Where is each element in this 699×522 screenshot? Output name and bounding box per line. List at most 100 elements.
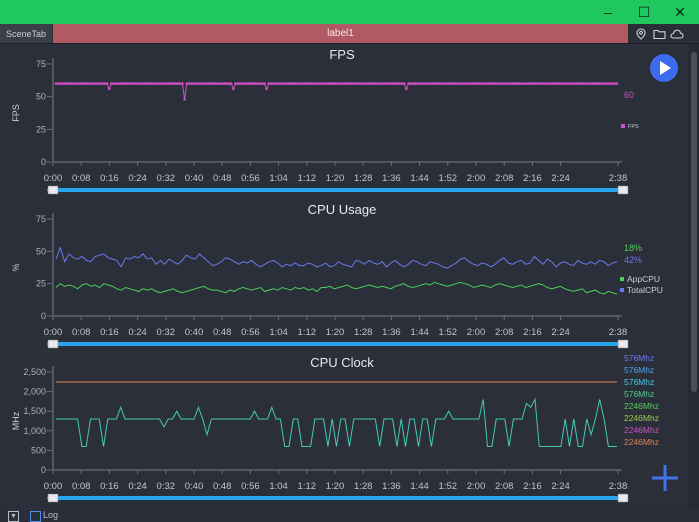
time-slider-track [47,496,627,500]
chart-1: CPU Usage% 0 25 50 75 0:00 0:08 0:16 0:24 0:32 0:4… [11,202,663,349]
legend-label-appcpu: AppCPU [627,274,660,284]
x-tick-label: 1:20 [326,173,345,184]
fps-point [411,82,415,85]
fps-point [429,82,433,85]
fps-point [59,82,62,85]
y-tick-label: 2,000 [23,387,46,397]
fps-point [566,82,570,85]
log-checkbox[interactable] [30,511,41,522]
fps-point [170,82,173,85]
profiler-panel: FPS FPS 0 25 50 75 0:00 0:08 0:16 0:24 0:32 0:40 0:4… [0,44,688,510]
fps-point [511,82,515,85]
fps-point [138,82,142,85]
x-tick-label: 0:32 [157,173,176,184]
x-tick-label: 0:16 [100,327,119,338]
fps-point [320,82,324,85]
folder-icon[interactable] [650,25,668,43]
location-icon[interactable] [632,25,650,43]
fps-point [278,82,282,85]
x-tick-label: 1:44 [410,481,429,492]
fps-point [338,82,342,85]
fps-point [580,82,583,85]
fps-point [103,82,107,85]
x-tick-label: 1:36 [382,173,401,184]
fps-point [61,82,64,85]
x-tick-label: 1:20 [326,327,345,338]
fps-point [462,82,466,85]
chart-title: CPU Usage [308,202,377,217]
x-tick-label: 1:28 [354,481,373,492]
fps-point [520,82,523,85]
collapse-icon[interactable]: ▼ [8,511,19,522]
x-tick-label: 0:56 [241,173,260,184]
fps-point [263,82,266,85]
fps-point [280,82,284,85]
cloud-icon[interactable] [668,25,686,43]
fps-point [458,82,461,85]
fps-point [436,82,439,85]
scrollbar-thumb[interactable] [691,52,697,392]
fps-point [318,82,322,85]
clock-legend-value: 576Mhz [624,353,654,363]
vertical-scrollbar[interactable] [689,44,699,510]
close-button[interactable]: ✕ [662,0,698,24]
fps-point [387,82,390,85]
fps-point [189,82,193,85]
clock-legend-value: 576Mhz [624,365,654,375]
fps-point [203,82,206,85]
tab-scene[interactable]: SceneTab [0,24,52,43]
x-tick-label: 1:20 [326,481,345,492]
legend-label-fps: FPS [628,124,639,130]
fps-point [393,82,397,85]
fps-point [456,82,459,85]
fps-point [551,82,554,85]
fps-point [236,82,240,85]
fps-point [303,82,306,85]
fps-point [349,82,353,85]
fps-point [535,82,539,85]
fps-point [480,82,484,85]
log-label: Log [43,510,59,520]
minimize-button[interactable]: – [590,0,626,24]
fps-point [433,82,437,85]
fps-point [329,82,333,85]
fps-point [214,82,217,85]
fps-point [176,82,180,85]
play-button[interactable] [650,54,678,82]
fps-point [422,82,426,85]
fps-point [194,82,197,85]
fps-point [400,82,404,85]
fps-point [569,82,572,85]
fps-point [276,82,280,85]
clock-legend-value: 2246Mhz [624,413,659,423]
fps-point [205,82,209,85]
fps-point [597,82,601,85]
fps-point [498,82,501,85]
fps-point [296,82,299,85]
fps-point [527,82,530,85]
fps-point [94,82,98,85]
fps-current-value: 60 [624,90,634,100]
fps-point [584,82,588,85]
fps-point [99,82,102,85]
fps-point [54,82,58,85]
fps-point [305,82,308,85]
x-tick-label: 2:00 [467,173,486,184]
x-tick-label: 0:00 [44,327,63,338]
fps-point [274,82,277,85]
tab-label1[interactable]: label1 [53,24,628,43]
series-line-totalcpu [55,245,618,269]
fps-point [491,82,495,85]
y-axis-label: FPS [11,104,21,122]
fps-point [418,82,421,85]
fps-point [374,82,377,85]
add-button[interactable] [652,465,678,491]
fps-point [591,82,594,85]
fps-point [540,82,543,85]
fps-point [289,82,293,85]
fps-point [114,82,118,85]
maximize-button[interactable]: ☐ [626,0,662,24]
x-tick-label: 2:16 [523,481,542,492]
fps-point [427,82,430,85]
x-tick-label: 0:48 [213,481,232,492]
